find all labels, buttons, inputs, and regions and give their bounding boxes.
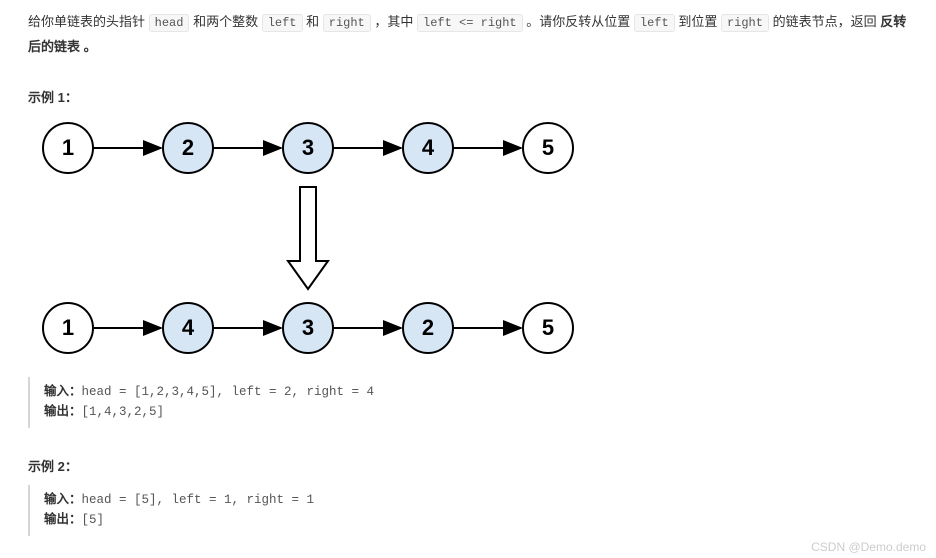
input-value: head = [5], left = 1, right = 1 (82, 493, 315, 507)
input-label: 输入： (44, 493, 82, 507)
list-node-label: 3 (302, 135, 314, 160)
example2-title: 示例 2： (28, 456, 908, 475)
desc-text: 。请你反转从位置 (526, 14, 634, 29)
desc-text: 的链表节点，返回 (773, 14, 881, 29)
output-value: [1,4,3,2,5] (82, 405, 165, 419)
code-left2: left (634, 14, 675, 32)
list-node-label: 3 (302, 315, 314, 340)
output-label: 输出： (44, 405, 82, 419)
list-node-label: 5 (542, 135, 554, 160)
list-node-label: 5 (542, 315, 554, 340)
list-node-label: 1 (62, 315, 74, 340)
desc-text: 到位置 (678, 14, 721, 29)
list-node-label: 1 (62, 135, 74, 160)
list-node-label: 4 (422, 135, 435, 160)
linked-list-diagram: 1 2 3 4 5 1 4 3 2 5 (28, 116, 908, 363)
desc-text: 和 (306, 14, 323, 29)
desc-text: 给你单链表的头指针 (28, 14, 149, 29)
input-value: head = [1,2,3,4,5], left = 2, right = 4 (82, 385, 375, 399)
code-right: right (323, 14, 371, 32)
example1-output-line: 输出：[1,4,3,2,5] (44, 403, 908, 422)
list-node-label: 4 (182, 315, 195, 340)
code-left: left (262, 14, 303, 32)
code-cond: left <= right (417, 14, 523, 32)
output-value: [5] (82, 513, 105, 527)
example2-output-line: 输出：[5] (44, 511, 908, 530)
example1-code: 输入：head = [1,2,3,4,5], left = 2, right =… (28, 377, 908, 428)
transform-arrow-icon (288, 187, 328, 289)
example2-input-line: 输入：head = [5], left = 1, right = 1 (44, 491, 908, 510)
problem-description: 给你单链表的头指针 head 和两个整数 left 和 right ，其中 le… (28, 10, 908, 59)
example1-title: 示例 1： (28, 87, 908, 106)
code-right2: right (721, 14, 769, 32)
example1-input-line: 输入：head = [1,2,3,4,5], left = 2, right =… (44, 383, 908, 402)
code-head: head (149, 14, 190, 32)
list-node-label: 2 (422, 315, 434, 340)
desc-text: 和两个整数 (193, 14, 262, 29)
list-node-label: 2 (182, 135, 194, 160)
diagram-svg: 1 2 3 4 5 1 4 3 2 5 (28, 116, 588, 360)
example2-code: 输入：head = [5], left = 1, right = 1 输出：[5… (28, 485, 908, 536)
input-label: 输入： (44, 385, 82, 399)
desc-text: ，其中 (374, 14, 417, 29)
output-label: 输出： (44, 513, 82, 527)
watermark: CSDN @Demo.demo (811, 540, 926, 554)
